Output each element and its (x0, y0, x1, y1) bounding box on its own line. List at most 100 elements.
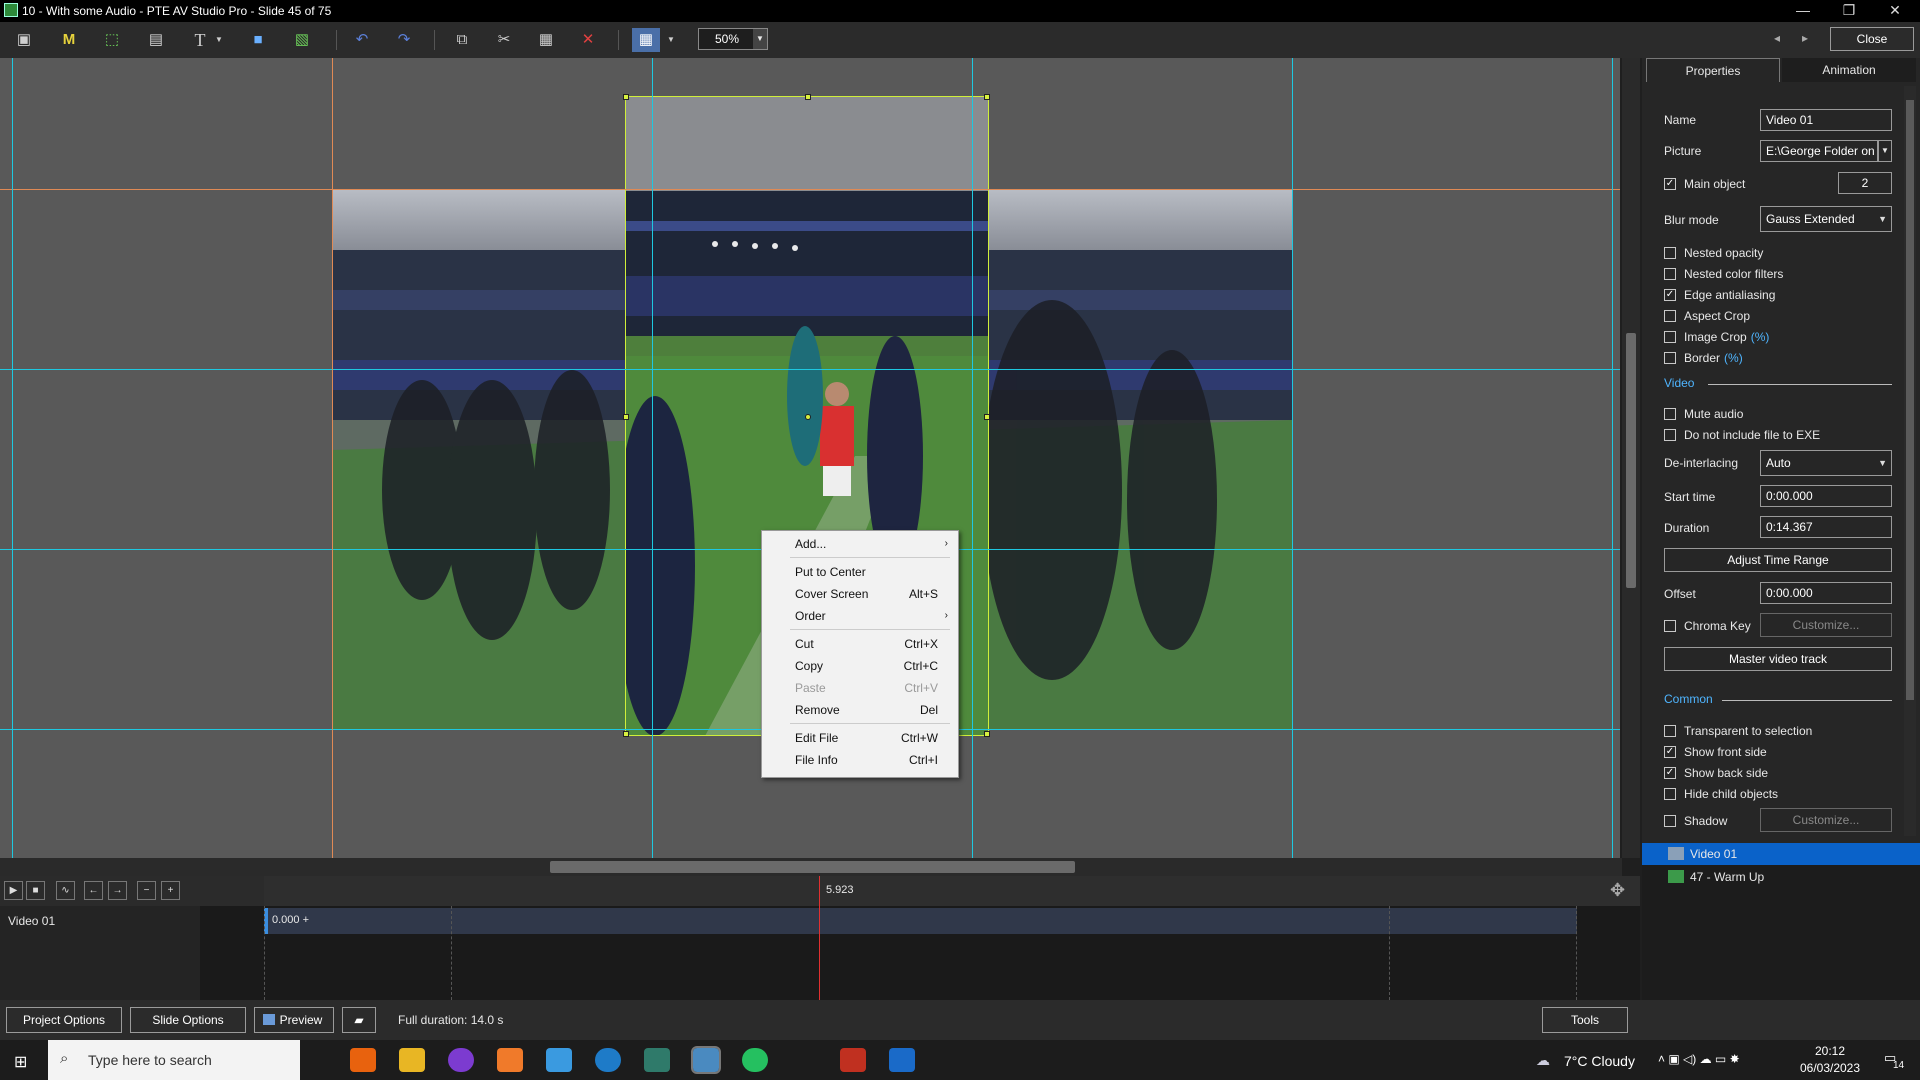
clock-time[interactable]: 20:12 (1794, 1044, 1866, 1058)
prev-icon[interactable]: ← (84, 881, 103, 900)
scroll-thumb[interactable] (1906, 100, 1914, 700)
rectangle-icon[interactable]: ■ (244, 28, 272, 52)
playhead[interactable] (819, 876, 820, 1000)
master-video-track-button[interactable]: Master video track (1664, 647, 1892, 671)
file-explorer-icon[interactable] (399, 1048, 425, 1072)
option-checkbox[interactable] (1664, 310, 1676, 322)
percent-suffix[interactable]: (%) (1751, 330, 1770, 344)
option-checkbox[interactable] (1664, 331, 1676, 343)
scroll-thumb[interactable] (550, 861, 1075, 873)
duration-input[interactable]: 0:14.367 (1760, 516, 1892, 538)
preview-button[interactable]: Preview (254, 1007, 334, 1033)
resize-handle[interactable] (984, 94, 990, 100)
app-icon[interactable] (644, 1048, 670, 1072)
menu-item-remove[interactable]: Remove Del (762, 699, 958, 721)
redo-icon[interactable]: ↷ (390, 28, 418, 52)
app-icon[interactable] (448, 1048, 474, 1072)
next-icon[interactable]: → (108, 881, 127, 900)
resize-handle[interactable] (623, 731, 629, 737)
firefox-icon[interactable] (350, 1048, 376, 1072)
offset-input[interactable]: 0:00.000 (1760, 582, 1892, 604)
weather-text[interactable]: 7°C Cloudy (1564, 1053, 1635, 1069)
menu-item-put-to-center[interactable]: Put to Center (762, 561, 958, 583)
common-option-checkbox[interactable]: ✓ (1664, 746, 1676, 758)
outlook-icon[interactable] (889, 1048, 915, 1072)
start-time-input[interactable]: 0:00.000 (1760, 485, 1892, 507)
adjust-time-range-button[interactable]: Adjust Time Range (1664, 548, 1892, 572)
option-checkbox[interactable] (1664, 247, 1676, 259)
waveform-icon[interactable]: ∿ (56, 881, 75, 900)
tab-animation[interactable]: Animation (1782, 58, 1916, 82)
picture-icon[interactable]: ▧ (288, 28, 316, 52)
restore-button[interactable]: ❐ (1826, 0, 1872, 22)
mute-audio-checkbox[interactable] (1664, 408, 1676, 420)
blur-mode-select[interactable]: Gauss Extended ▼ (1760, 206, 1892, 232)
zoom-select[interactable]: 50% ▼ (698, 28, 768, 50)
option-checkbox[interactable] (1664, 268, 1676, 280)
zoom-out-icon[interactable]: − (137, 881, 156, 900)
menu-item-edit-file[interactable]: Edit File Ctrl+W (762, 727, 958, 749)
slide-options-button[interactable]: Slide Options (130, 1007, 246, 1033)
picture-dropdown-icon[interactable]: ▼ (1878, 140, 1892, 162)
prev-slide-icon[interactable]: ◂ (1774, 31, 1780, 45)
name-input[interactable]: Video 01 (1760, 109, 1892, 131)
option-checkbox[interactable]: ✓ (1664, 289, 1676, 301)
pivot-handle[interactable] (805, 414, 811, 420)
time-ruler[interactable]: 5.923 (264, 876, 1640, 906)
main-object-number[interactable]: 2 (1838, 172, 1892, 194)
app-icon[interactable] (840, 1048, 866, 1072)
menu-item-add[interactable]: Add... › (762, 533, 958, 555)
track-area[interactable]: 0.000 + (200, 906, 1640, 1000)
clock-date[interactable]: 06/03/2023 (1794, 1061, 1866, 1075)
resize-handle[interactable] (984, 414, 990, 420)
no-exe-checkbox[interactable] (1664, 429, 1676, 441)
shadow-checkbox[interactable] (1664, 815, 1676, 827)
scroll-thumb[interactable] (1626, 333, 1636, 588)
menu-item-cut[interactable]: Cut Ctrl+X (762, 633, 958, 655)
grid-dropdown-icon[interactable]: ▼ (664, 28, 678, 52)
windows-start-icon[interactable]: ⊞ (14, 1052, 27, 1072)
menu-item-order[interactable]: Order › (762, 605, 958, 627)
undo-icon[interactable]: ↶ (348, 28, 376, 52)
list-item[interactable]: Video 01 (1642, 843, 1920, 865)
minimize-button[interactable]: — (1780, 0, 1826, 22)
option-checkbox[interactable] (1664, 352, 1676, 364)
mask-icon[interactable]: M (55, 28, 83, 52)
menu-item-cover-screen[interactable]: Cover Screen Alt+S (762, 583, 958, 605)
horizontal-scrollbar[interactable] (0, 858, 1622, 876)
play-icon[interactable]: ▶ (4, 881, 23, 900)
pte-av-studio-icon[interactable] (691, 1046, 721, 1074)
common-option-checkbox[interactable] (1664, 788, 1676, 800)
close-button[interactable]: Close (1830, 27, 1914, 51)
edge-icon[interactable] (595, 1048, 621, 1072)
resize-handle[interactable] (805, 94, 811, 100)
common-option-checkbox[interactable] (1664, 725, 1676, 737)
list-item[interactable]: 47 - Warm Up (1642, 866, 1920, 888)
tools-button[interactable]: Tools (1542, 1007, 1628, 1033)
panel-scrollbar[interactable] (1904, 86, 1916, 836)
publish-icon[interactable]: ▰ (342, 1007, 376, 1033)
resize-handle[interactable] (623, 94, 629, 100)
grid-icon[interactable]: ▦ (632, 28, 660, 52)
video-clip[interactable]: 0.000 + (264, 908, 1577, 934)
tab-properties[interactable]: Properties (1646, 58, 1780, 82)
paste-icon[interactable]: ▦ (532, 28, 560, 52)
move-icon[interactable]: ✥ (1610, 880, 1625, 901)
resize-handle[interactable] (984, 731, 990, 737)
cut-icon[interactable]: ✂ (490, 28, 518, 52)
add-video-icon[interactable]: ▣ (10, 28, 38, 52)
deinterlacing-select[interactable]: Auto ▼ (1760, 450, 1892, 476)
chroma-key-checkbox[interactable] (1664, 620, 1676, 632)
menu-item-file-info[interactable]: File Info Ctrl+I (762, 749, 958, 771)
delete-icon[interactable]: ✕ (574, 28, 602, 52)
percent-suffix[interactable]: (%) (1724, 351, 1743, 365)
main-object-checkbox[interactable]: ✓ (1664, 178, 1676, 190)
vegas-icon[interactable] (546, 1048, 572, 1072)
app-icon[interactable] (497, 1048, 523, 1072)
taskbar-search[interactable]: ⌕ Type here to search (48, 1040, 300, 1080)
picture-input[interactable]: E:\George Folder on (1760, 140, 1878, 162)
tray-icons[interactable]: ˄ ▣ ◁) ☁ ▭ ✸ (1658, 1052, 1740, 1066)
next-slide-icon[interactable]: ▸ (1802, 31, 1808, 45)
frame-icon[interactable]: ⬚ (98, 28, 126, 52)
image-icon[interactable]: ▤ (142, 28, 170, 52)
